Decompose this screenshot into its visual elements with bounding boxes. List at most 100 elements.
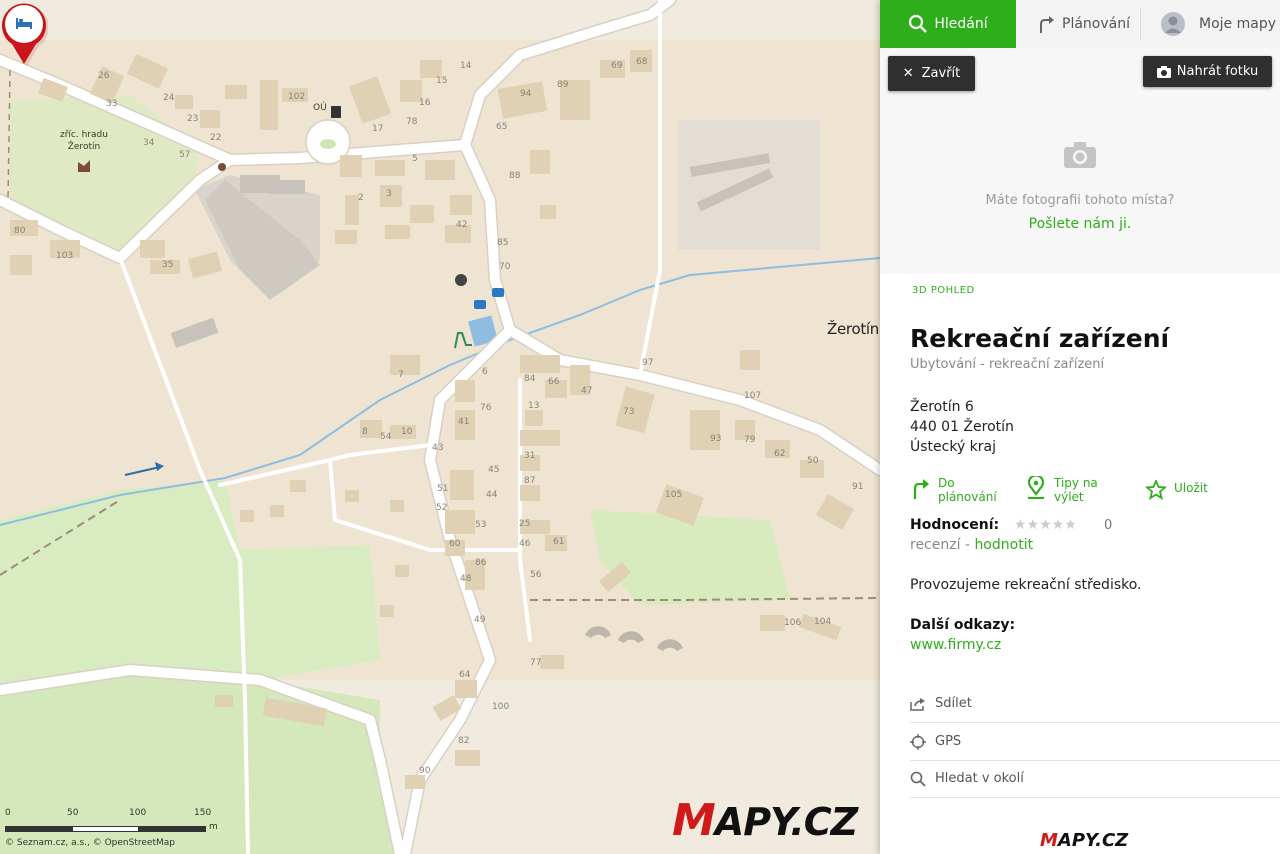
house-number: 44: [486, 490, 498, 500]
house-number: 87: [524, 476, 535, 486]
tab-my-maps[interactable]: Moje mapy: [1160, 0, 1276, 48]
house-number: 13: [528, 401, 539, 411]
map-copyright[interactable]: © Seznam.cz, a.s., © OpenStreetMap: [5, 838, 175, 848]
address-line-2: 440 01 Žerotín: [910, 419, 1014, 435]
reviews-text: recenzí -: [910, 537, 975, 553]
house-number: 53: [475, 520, 486, 530]
camera-icon: [1156, 65, 1171, 78]
house-number: 35: [162, 260, 173, 270]
house-number: 89: [557, 80, 569, 90]
house-number: 73: [623, 407, 634, 417]
search-nearby-label: Hledat v okolí: [935, 771, 1024, 786]
tab-planning[interactable]: Plánování: [1036, 0, 1130, 48]
gps-row[interactable]: GPS: [910, 723, 1280, 761]
send-photo-link[interactable]: Pošlete nám ji.: [880, 216, 1280, 232]
house-number: 103: [56, 251, 73, 261]
address-line-1: Žerotín 6: [910, 399, 974, 415]
search-icon: [910, 771, 926, 787]
house-number: 107: [744, 391, 761, 401]
plan-route-label-1: Do: [938, 476, 955, 490]
user-avatar-icon: [1161, 12, 1185, 36]
house-number: 8: [362, 427, 368, 437]
house-number: 56: [530, 570, 542, 580]
house-number: 79: [744, 435, 756, 445]
close-icon: ✕: [902, 66, 914, 81]
scale-tick-0: 0: [5, 808, 11, 818]
house-number: 6: [482, 367, 488, 377]
rate-link[interactable]: hodnotit: [974, 537, 1033, 553]
trip-tips-label-1: Tipy na: [1054, 476, 1098, 490]
poi-description: Provozujeme rekreační středisko.: [910, 577, 1142, 593]
route-arrow-icon: [913, 479, 929, 499]
rating-count: 0: [1104, 518, 1113, 533]
links-label: Další odkazy:: [910, 617, 1016, 633]
mapy-cz-logo[interactable]: MAPY.CZ: [672, 795, 858, 846]
share-icon: [910, 697, 925, 711]
upload-photo-button[interactable]: Nahrát fotku: [1143, 56, 1272, 87]
castle-label-line1: zříc. hradu: [60, 130, 108, 140]
rating-stars[interactable]: ★★★★★: [1014, 517, 1077, 533]
house-number: 102: [288, 92, 305, 102]
map-layer: 7126243323223457102151494896968177816651…: [0, 0, 880, 854]
house-number: 15: [436, 76, 447, 86]
house-number: 23: [187, 114, 198, 124]
location-pin-icon: [1027, 476, 1045, 499]
star-outline-icon: [1146, 480, 1166, 500]
view-3d-link[interactable]: 3D POHLED: [912, 285, 975, 296]
house-number: 43: [432, 443, 443, 453]
firmy-link[interactable]: www.firmy.cz: [910, 637, 1001, 653]
house-number: 52: [436, 503, 447, 513]
house-number: 105: [665, 490, 682, 500]
house-number: 24: [163, 93, 175, 103]
house-number: 70: [499, 262, 511, 272]
search-nearby-row[interactable]: Hledat v okolí: [910, 760, 1280, 798]
house-number: 47: [581, 386, 592, 396]
house-number: 82: [458, 736, 469, 746]
map-canvas[interactable]: 7126243323223457102151494896968177816651…: [0, 0, 880, 854]
house-number: 62: [774, 449, 785, 459]
place-label[interactable]: Žerotín: [827, 320, 879, 338]
gps-label: GPS: [935, 734, 962, 749]
poi-title: Rekreační zařízení: [910, 324, 1170, 353]
tab-search-label: Hledání: [934, 16, 988, 32]
house-number: 5: [412, 154, 418, 164]
poi-address: Žerotín 6 440 01 Žerotín Ústecký kraj: [910, 397, 1014, 457]
house-number: 22: [210, 133, 221, 143]
house-number: 42: [456, 220, 467, 230]
trip-tips-button[interactable]: Tipy na výlet: [1026, 476, 1098, 504]
house-number: 34: [143, 138, 155, 148]
save-button[interactable]: Uložit: [1146, 480, 1208, 500]
close-button-label: Zavřít: [921, 66, 961, 81]
castle-label: zříc. hradu Žerotín: [60, 129, 108, 153]
house-number: 84: [524, 374, 536, 384]
house-number: 76: [480, 403, 492, 413]
rating-label: Hodnocení:: [910, 517, 1000, 533]
reviews-line: recenzí - hodnotit: [910, 537, 1033, 553]
trip-tips-label-2: výlet: [1054, 490, 1084, 504]
share-row[interactable]: Sdílet: [910, 685, 1280, 723]
scale-tick-50: 50: [67, 808, 79, 818]
close-button[interactable]: ✕ Zavřít: [888, 56, 975, 91]
selected-poi-marker[interactable]: [0, 0, 48, 66]
house-number: 7: [398, 370, 404, 380]
house-number: 80: [14, 226, 26, 236]
scale-tick-150: 150: [194, 808, 212, 818]
tab-search[interactable]: Hledání: [880, 0, 1016, 48]
plan-route-label-2: plánování: [938, 490, 997, 504]
house-number: 51: [437, 484, 448, 494]
house-number: 68: [636, 57, 648, 67]
poi-category[interactable]: Ubytování - rekreační zařízení: [910, 357, 1104, 372]
house-number: 93: [710, 434, 721, 444]
crosshair-icon: [910, 733, 926, 750]
house-number: 77: [530, 658, 541, 668]
upload-photo-label: Nahrát fotku: [1176, 64, 1259, 79]
house-number: 86: [475, 558, 487, 568]
plan-route-button[interactable]: Do plánování: [910, 476, 997, 504]
house-number: 61: [553, 537, 564, 547]
house-number: 85: [497, 238, 508, 248]
tab-planning-label: Plánování: [1062, 16, 1130, 32]
house-number: 3: [386, 189, 392, 199]
castle-label-line2: Žerotín: [67, 142, 101, 152]
house-number: 48: [460, 574, 472, 584]
house-number: 10: [401, 427, 413, 437]
